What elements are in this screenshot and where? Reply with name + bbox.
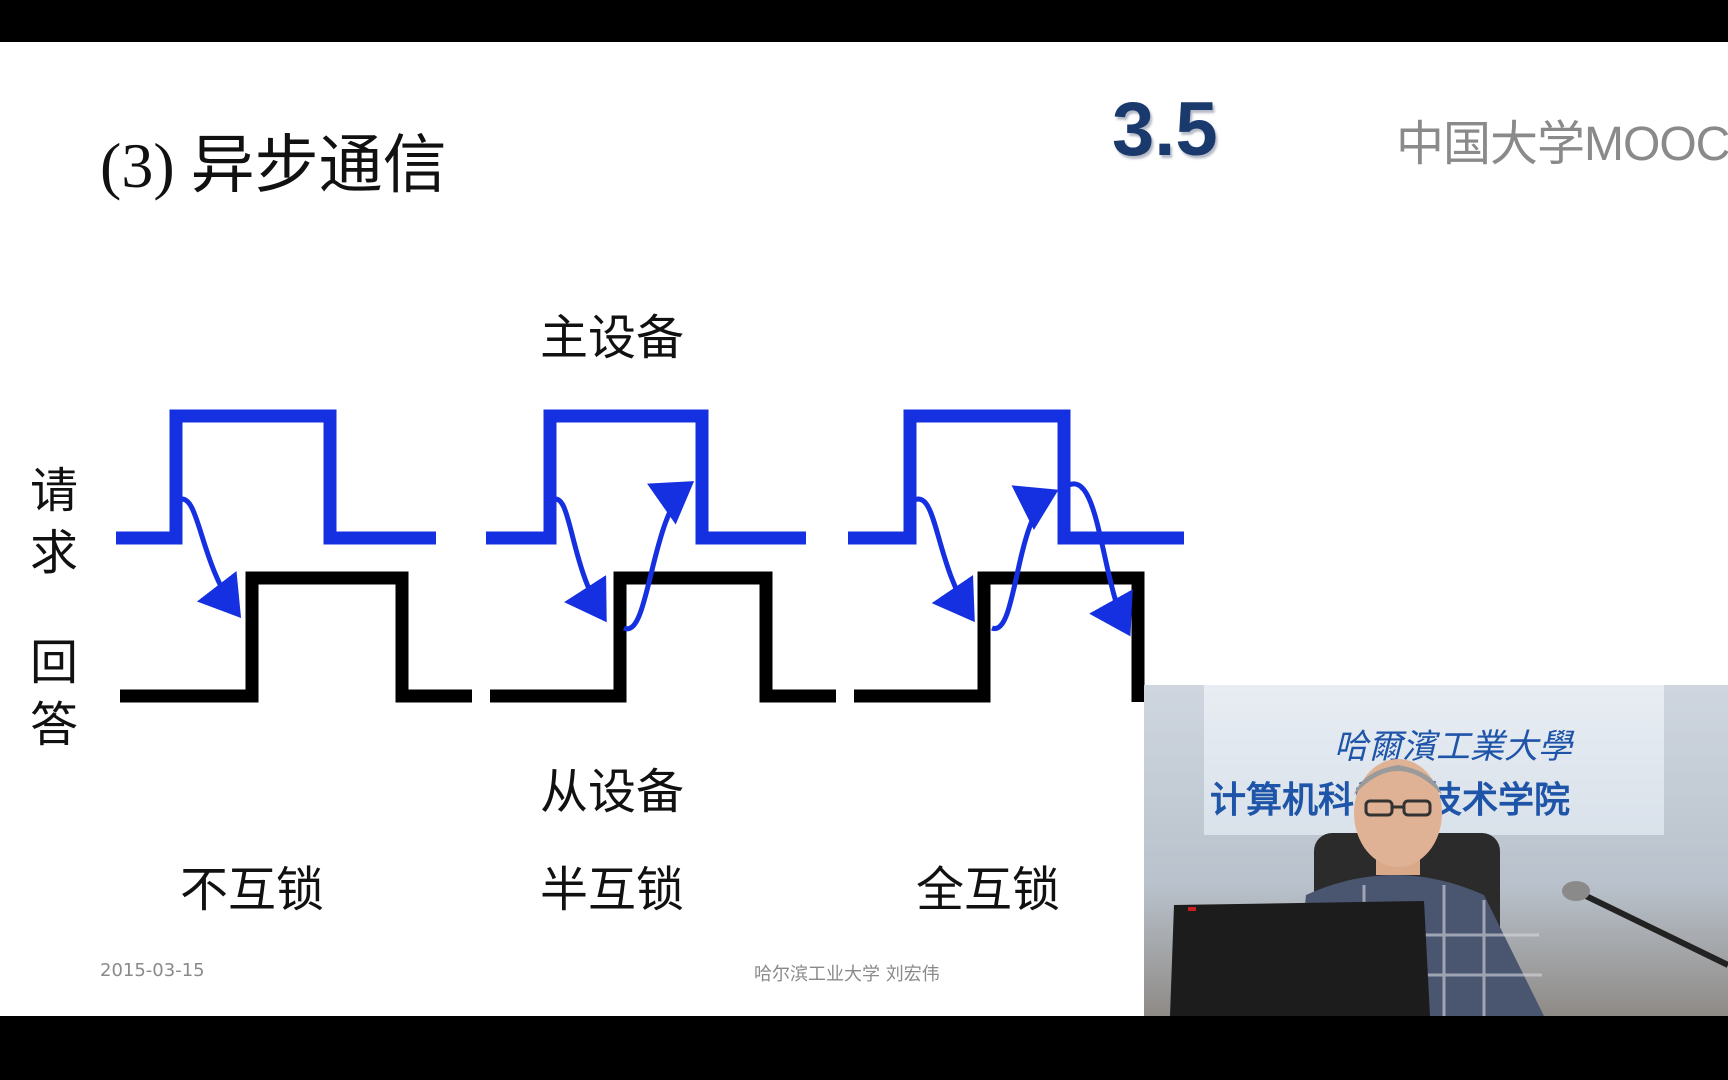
footer-date: 2015-03-15 (100, 960, 205, 981)
response-waveforms (120, 571, 1145, 703)
arrow-response-request-3 (991, 485, 1059, 631)
arrow-response-request-2 (622, 481, 695, 632)
response-wave-3 (854, 571, 1145, 703)
response-wave-1 (120, 571, 472, 703)
slave-device-label: 从设备 (540, 764, 685, 820)
bottom-letterbox (0, 1016, 1728, 1080)
request-waveforms (116, 409, 1184, 545)
arrow-request-release-3 (1062, 481, 1133, 637)
request-wave-2 (486, 409, 806, 545)
response-label: 回 答 (29, 635, 78, 753)
lecturer-video: 哈爾濱工業大學 计算机科学与技术学院 (1144, 685, 1728, 1016)
lecturer-figure (1170, 759, 1728, 1016)
arrow-request-response-3 (913, 496, 975, 623)
mode-full-interlocked: 全互锁 (916, 862, 1061, 918)
top-letterbox (0, 0, 1728, 42)
mode-non-interlocked: 不互锁 (180, 862, 325, 918)
mode-half-interlocked: 半互锁 (540, 862, 685, 918)
master-device-label: 主设备 (540, 310, 685, 366)
request-wave-3 (848, 409, 1184, 545)
arrow-request-response-2 (550, 496, 607, 623)
request-label: 请 求 (29, 463, 78, 581)
footer-author: 哈尔滨工业大学 刘宏伟 (754, 964, 940, 985)
arrow-request-response-1 (176, 496, 242, 618)
request-wave-1 (116, 409, 436, 545)
response-wave-2 (490, 571, 836, 703)
